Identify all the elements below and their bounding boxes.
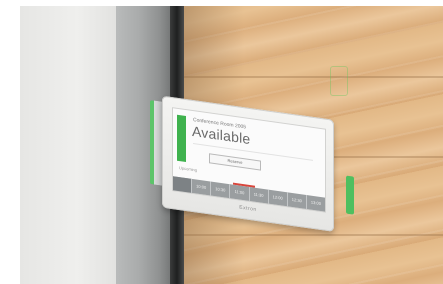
timeline-slot[interactable]: 10:00 bbox=[191, 178, 211, 196]
photo-scene: Conference Room 2005 Available Reserve U… bbox=[20, 6, 443, 284]
upcoming-label: Upcoming bbox=[179, 165, 198, 173]
timeline-slot[interactable]: 12:30 bbox=[286, 192, 306, 209]
timeline-slot[interactable]: 11:30 bbox=[248, 186, 268, 204]
reserve-button[interactable]: Reserve bbox=[209, 153, 261, 171]
timeline-slot[interactable] bbox=[173, 176, 192, 193]
timeline-slot[interactable]: 10:30 bbox=[210, 181, 230, 199]
glass-reflection bbox=[330, 66, 348, 96]
timeline-slot[interactable]: 13:00 bbox=[305, 194, 325, 212]
timeline-slot[interactable]: 11:00 bbox=[229, 184, 249, 201]
status-led bbox=[346, 175, 354, 215]
wall bbox=[20, 6, 116, 284]
timeline-slot[interactable]: 12:00 bbox=[267, 189, 287, 207]
floor-seam bbox=[184, 76, 443, 78]
availability-indicator bbox=[177, 114, 186, 163]
